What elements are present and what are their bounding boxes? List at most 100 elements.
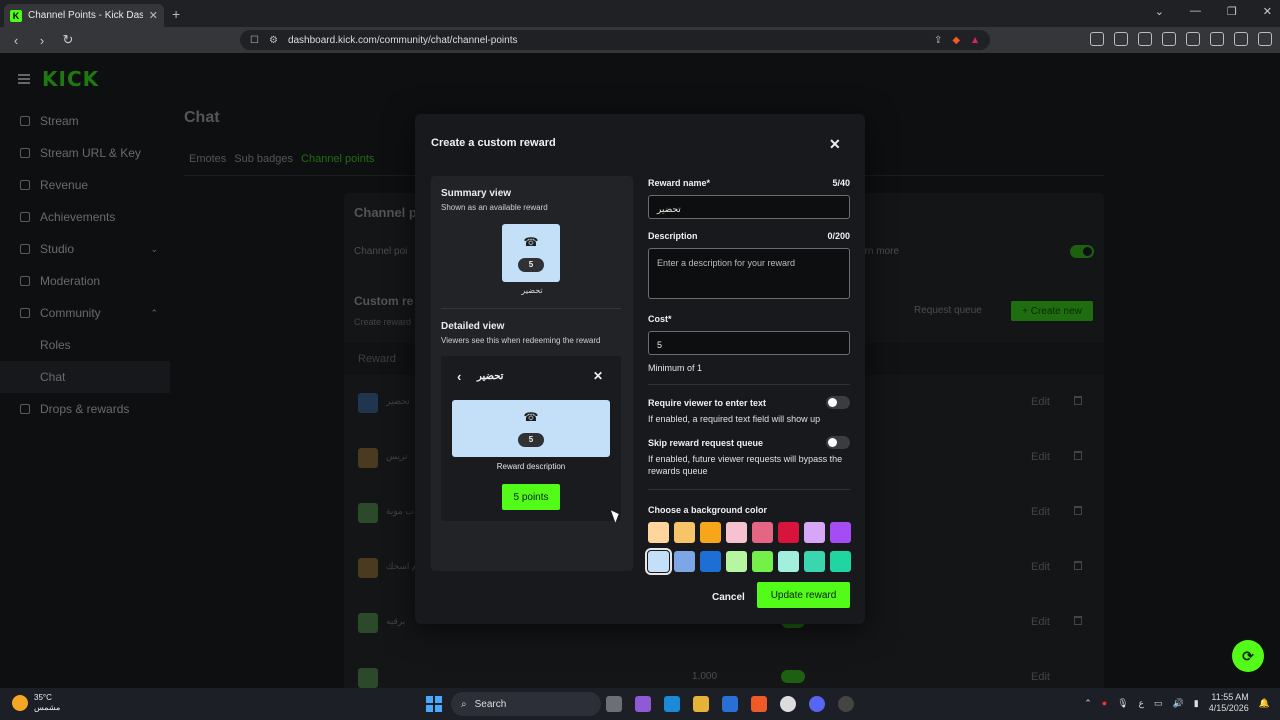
color-swatch-selected[interactable] bbox=[645, 548, 672, 575]
forward-button[interactable]: › bbox=[32, 33, 52, 48]
edit-button[interactable]: Edit bbox=[1031, 451, 1050, 463]
color-swatch[interactable] bbox=[830, 522, 851, 543]
chevron-left-icon[interactable]: ‹ bbox=[457, 369, 461, 384]
sidebar-item-stream[interactable]: Stream bbox=[0, 105, 170, 137]
kick-logo[interactable]: KICK bbox=[42, 67, 99, 91]
reload-button[interactable]: ↻ bbox=[58, 32, 78, 48]
edit-button[interactable]: Edit bbox=[1031, 671, 1050, 683]
extension-icon[interactable] bbox=[1114, 32, 1128, 46]
color-swatch[interactable] bbox=[726, 522, 747, 543]
request-queue-button[interactable]: Request queue bbox=[914, 305, 982, 316]
color-swatch[interactable] bbox=[752, 522, 773, 543]
sidebar-item-stream-url-key[interactable]: Stream URL & Key bbox=[0, 137, 170, 169]
music-icon[interactable] bbox=[1138, 32, 1152, 46]
brave-rewards-icon[interactable]: ▲ bbox=[970, 35, 980, 46]
color-swatch[interactable] bbox=[648, 522, 669, 543]
taskbar-search[interactable]: ⌕ Search bbox=[451, 692, 601, 716]
edit-button[interactable]: Edit bbox=[1031, 506, 1050, 518]
tab-list-icon[interactable]: ⌄ bbox=[1155, 5, 1164, 18]
color-swatch[interactable] bbox=[674, 551, 695, 572]
weather-widget[interactable]: 35°C مشمس bbox=[12, 693, 60, 713]
cancel-button[interactable]: Cancel bbox=[712, 592, 745, 603]
brave-shield-icon[interactable]: ◆ bbox=[952, 35, 960, 46]
network-icon[interactable]: ▭ bbox=[1154, 698, 1163, 709]
minimize-button[interactable]: — bbox=[1190, 5, 1201, 18]
battery-icon[interactable]: ▮ bbox=[1194, 698, 1199, 709]
color-swatch[interactable] bbox=[804, 551, 825, 572]
folder-app-icon[interactable] bbox=[693, 696, 709, 712]
bookmark-icon[interactable]: ☐ bbox=[250, 35, 259, 46]
recording-icon[interactable]: ● bbox=[1102, 698, 1107, 708]
chevron-up-icon[interactable]: ⌃ bbox=[1084, 698, 1092, 709]
file-explorer-app-icon[interactable] bbox=[606, 696, 622, 712]
sidebar-item-studio[interactable]: Studio ⌄ bbox=[0, 233, 170, 265]
close-icon[interactable]: ✕ bbox=[593, 369, 603, 383]
back-button[interactable]: ‹ bbox=[6, 33, 26, 48]
microphone-icon[interactable]: 🎙 bbox=[1117, 698, 1128, 709]
volume-icon[interactable]: 🔊 bbox=[1173, 698, 1184, 709]
edit-button[interactable]: Edit bbox=[1031, 396, 1050, 408]
sidebar-item-moderation[interactable]: Moderation bbox=[0, 265, 170, 297]
sidebar-icon[interactable] bbox=[1162, 32, 1176, 46]
trash-icon[interactable] bbox=[1074, 561, 1082, 570]
sidebar-item-roles[interactable]: Roles bbox=[0, 329, 170, 361]
require-text-toggle[interactable] bbox=[826, 396, 850, 409]
trash-icon[interactable] bbox=[1074, 396, 1082, 405]
sidebar-item-chat[interactable]: Chat bbox=[0, 361, 170, 393]
browser-tab[interactable]: K Channel Points - Kick Dashboard ✕ bbox=[4, 4, 164, 27]
hamburger-icon[interactable] bbox=[18, 74, 30, 84]
obs-app-icon[interactable] bbox=[780, 696, 796, 712]
tab-emotes[interactable]: Emotes bbox=[189, 153, 226, 165]
sidebar-item-achievements[interactable]: Achievements bbox=[0, 201, 170, 233]
cost-input[interactable]: 5 bbox=[648, 331, 850, 355]
url-text[interactable]: dashboard.kick.com/community/chat/channe… bbox=[288, 35, 924, 46]
store-app-icon[interactable] bbox=[722, 696, 738, 712]
language-indicator[interactable]: ع bbox=[1139, 698, 1144, 709]
meet-app-icon[interactable] bbox=[635, 696, 651, 712]
sidebar-item-revenue[interactable]: Revenue bbox=[0, 169, 170, 201]
share-icon[interactable]: ⇪ bbox=[934, 35, 942, 46]
color-swatch[interactable] bbox=[726, 551, 747, 572]
skip-queue-toggle[interactable] bbox=[826, 436, 850, 449]
trash-icon[interactable] bbox=[1074, 506, 1082, 515]
new-tab-button[interactable]: + bbox=[172, 6, 180, 22]
edit-button[interactable]: Edit bbox=[1031, 616, 1050, 628]
extension-icon[interactable] bbox=[1090, 32, 1104, 46]
color-swatch[interactable] bbox=[804, 522, 825, 543]
close-window-button[interactable]: ✕ bbox=[1263, 5, 1272, 18]
address-bar[interactable]: ☐ ⚙ dashboard.kick.com/community/chat/ch… bbox=[240, 30, 990, 50]
support-chat-button[interactable]: ⟳ bbox=[1232, 640, 1264, 672]
wallet-icon[interactable] bbox=[1186, 32, 1200, 46]
color-swatch[interactable] bbox=[674, 522, 695, 543]
tab-channel-points[interactable]: Channel points bbox=[301, 153, 374, 165]
color-swatch[interactable] bbox=[778, 551, 799, 572]
close-icon[interactable]: ✕ bbox=[829, 136, 841, 153]
color-swatch[interactable] bbox=[700, 551, 721, 572]
color-swatch[interactable] bbox=[700, 522, 721, 543]
reward-name-input[interactable]: تحضير bbox=[648, 195, 850, 219]
learn-more-link[interactable]: arn more bbox=[859, 246, 899, 257]
create-new-button[interactable]: + Create new bbox=[1011, 301, 1093, 321]
color-swatch[interactable] bbox=[830, 551, 851, 572]
trash-icon[interactable] bbox=[1074, 451, 1082, 460]
ai-icon[interactable] bbox=[1210, 32, 1224, 46]
update-reward-button[interactable]: Update reward bbox=[757, 582, 850, 608]
tab-sub-badges[interactable]: Sub badges bbox=[234, 153, 293, 165]
reward-enabled-toggle[interactable] bbox=[781, 670, 805, 683]
sidebar-item-drops-rewards[interactable]: Drops & rewards bbox=[0, 393, 170, 425]
site-info-icon[interactable]: ⚙ bbox=[269, 35, 278, 46]
tab-close-icon[interactable]: ✕ bbox=[149, 9, 158, 22]
edit-button[interactable]: Edit bbox=[1031, 561, 1050, 573]
edge-app-icon[interactable] bbox=[664, 696, 680, 712]
menu-icon[interactable] bbox=[1258, 32, 1272, 46]
description-textarea[interactable]: Enter a description for your reward bbox=[648, 248, 850, 299]
trash-icon[interactable] bbox=[1074, 616, 1082, 625]
sidebar-item-community[interactable]: Community ⌃ bbox=[0, 297, 170, 329]
redeem-points-button[interactable]: 5 points bbox=[502, 484, 560, 510]
color-swatch[interactable] bbox=[778, 522, 799, 543]
clock[interactable]: 11:55 AM 4/15/2026 bbox=[1209, 692, 1249, 714]
vpn-icon[interactable] bbox=[1234, 32, 1248, 46]
color-swatch[interactable] bbox=[752, 551, 773, 572]
maximize-button[interactable]: ❐ bbox=[1227, 5, 1237, 18]
steam-app-icon[interactable] bbox=[838, 696, 854, 712]
